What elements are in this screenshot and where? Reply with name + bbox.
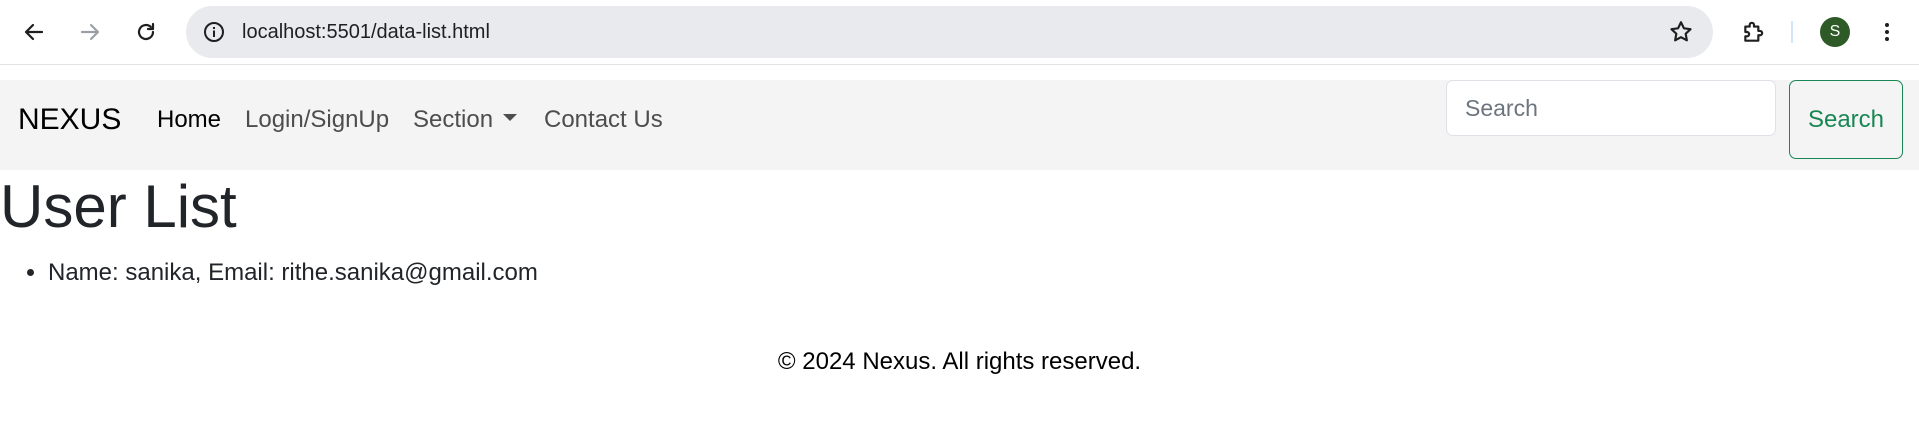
arrow-right-icon — [80, 23, 100, 41]
page-title: User List — [0, 173, 237, 240]
reload-button[interactable] — [126, 12, 166, 52]
puzzle-icon — [1744, 21, 1764, 42]
nav-link-login-signup[interactable]: Login/SignUp — [245, 105, 389, 135]
profile-avatar[interactable]: S — [1820, 17, 1850, 47]
info-circle-icon — [204, 22, 224, 42]
extensions-button[interactable] — [1734, 12, 1774, 52]
browser-toolbar: localhost:5501/data-list.html S — [0, 0, 1919, 65]
caret-down-icon — [503, 114, 518, 122]
list-item: Name: sanika, Email: rithe.sanika@gmail.… — [48, 258, 538, 288]
star-outline-icon — [1670, 21, 1692, 42]
site-navbar: NEXUS Home Login/SignUp Section Contact … — [0, 80, 1919, 170]
arrow-left-icon — [24, 23, 44, 41]
user-list: Name: sanika, Email: rithe.sanika@gmail.… — [0, 258, 538, 288]
nav-dropdown-section-label: Section — [413, 106, 494, 133]
brand-logo[interactable]: NEXUS — [18, 102, 121, 138]
url-text[interactable]: localhost:5501/data-list.html — [242, 20, 490, 44]
site-info-button[interactable] — [198, 16, 230, 48]
kebab-menu-icon — [1885, 23, 1889, 41]
footer-copyright: © 2024 Nexus. All rights reserved. — [777, 348, 1142, 375]
nav-link-home[interactable]: Home — [157, 105, 221, 135]
reload-icon — [137, 22, 155, 41]
nav-dropdown-section[interactable]: Section — [413, 105, 518, 135]
forward-button[interactable] — [70, 12, 110, 52]
bookmark-button[interactable] — [1663, 14, 1699, 50]
search-button[interactable]: Search — [1789, 80, 1903, 159]
back-button[interactable] — [14, 12, 54, 52]
nav-link-contact-us[interactable]: Contact Us — [544, 105, 663, 135]
address-bar[interactable]: localhost:5501/data-list.html — [186, 6, 1713, 58]
toolbar-divider — [1791, 21, 1793, 43]
browser-menu-button[interactable] — [1867, 12, 1907, 52]
search-input[interactable] — [1446, 80, 1776, 136]
